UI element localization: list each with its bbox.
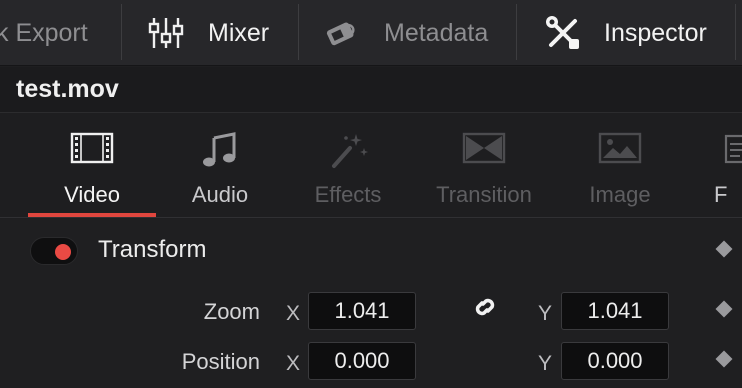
transition-icon <box>462 132 506 169</box>
tab-image-label: Image <box>589 182 651 207</box>
tab-effects-label: Effects <box>314 182 382 207</box>
zoom-x-field[interactable]: 1.041 <box>308 292 416 330</box>
magic-wand-icon <box>328 132 368 175</box>
mixer-icon <box>148 15 184 51</box>
metadata-label: Metadata <box>384 18 489 47</box>
clip-title: test.mov <box>16 75 119 103</box>
quick-export-button[interactable]: k Export <box>0 0 88 66</box>
quick-export-label: k Export <box>0 18 88 47</box>
tab-transition[interactable]: Transition <box>420 114 548 218</box>
zoom-keyframe-icon[interactable] <box>715 300 733 318</box>
inspector-tabs: Video Audio Effects Transition Image F <box>0 114 742 218</box>
tab-audio[interactable]: Audio <box>156 114 284 218</box>
image-icon <box>598 132 642 169</box>
active-tab-indicator <box>28 213 156 217</box>
toggle-indicator <box>55 244 71 260</box>
zoom-label: Zoom <box>203 299 260 324</box>
tab-image[interactable]: Image <box>556 114 684 218</box>
toolbar-divider <box>516 4 517 60</box>
transform-section: Transform Zoom X 1.041 Y 1.041 Position … <box>0 219 742 388</box>
zoom-y-field[interactable]: 1.041 <box>561 292 669 330</box>
position-x-axis-label: X <box>286 352 301 375</box>
zoom-x-axis-label: X <box>286 302 301 325</box>
tab-video-label: Video <box>64 182 120 207</box>
clip-title-bar: test.mov <box>0 67 742 113</box>
top-toolbar: k Export Mixer Metadata Inspector <box>0 0 742 66</box>
transform-enable-toggle[interactable] <box>30 237 78 265</box>
music-note-icon <box>202 132 238 173</box>
mixer-label: Mixer <box>208 18 270 47</box>
tab-audio-label: Audio <box>191 182 249 207</box>
inspector-label: Inspector <box>604 18 707 47</box>
link-icon[interactable] <box>470 293 500 326</box>
tab-file-label: F <box>714 182 728 207</box>
zoom-y-axis-label: Y <box>538 302 553 325</box>
position-y-field[interactable]: 0.000 <box>561 342 669 380</box>
film-icon <box>70 132 114 169</box>
tab-effects[interactable]: Effects <box>284 114 412 218</box>
inspector-button[interactable]: Inspector <box>544 0 707 66</box>
mixer-button[interactable]: Mixer <box>148 0 269 66</box>
position-label: Position <box>181 349 260 374</box>
file-icon <box>724 132 742 171</box>
metadata-button[interactable]: Metadata <box>322 0 488 66</box>
metadata-tag-icon <box>322 15 362 51</box>
keyframe-diamond-icon[interactable] <box>715 240 733 258</box>
transform-title: Transform <box>98 236 207 263</box>
toolbar-divider <box>121 4 122 60</box>
tab-transition-label: Transition <box>436 182 532 207</box>
position-y-axis-label: Y <box>538 352 553 375</box>
tab-video[interactable]: Video <box>28 114 156 218</box>
position-keyframe-icon[interactable] <box>715 350 733 368</box>
toolbar-divider <box>298 4 299 60</box>
tab-file[interactable]: F <box>684 114 742 218</box>
toolbar-divider <box>735 4 736 60</box>
position-x-field[interactable]: 0.000 <box>308 342 416 380</box>
tools-icon <box>544 14 582 52</box>
